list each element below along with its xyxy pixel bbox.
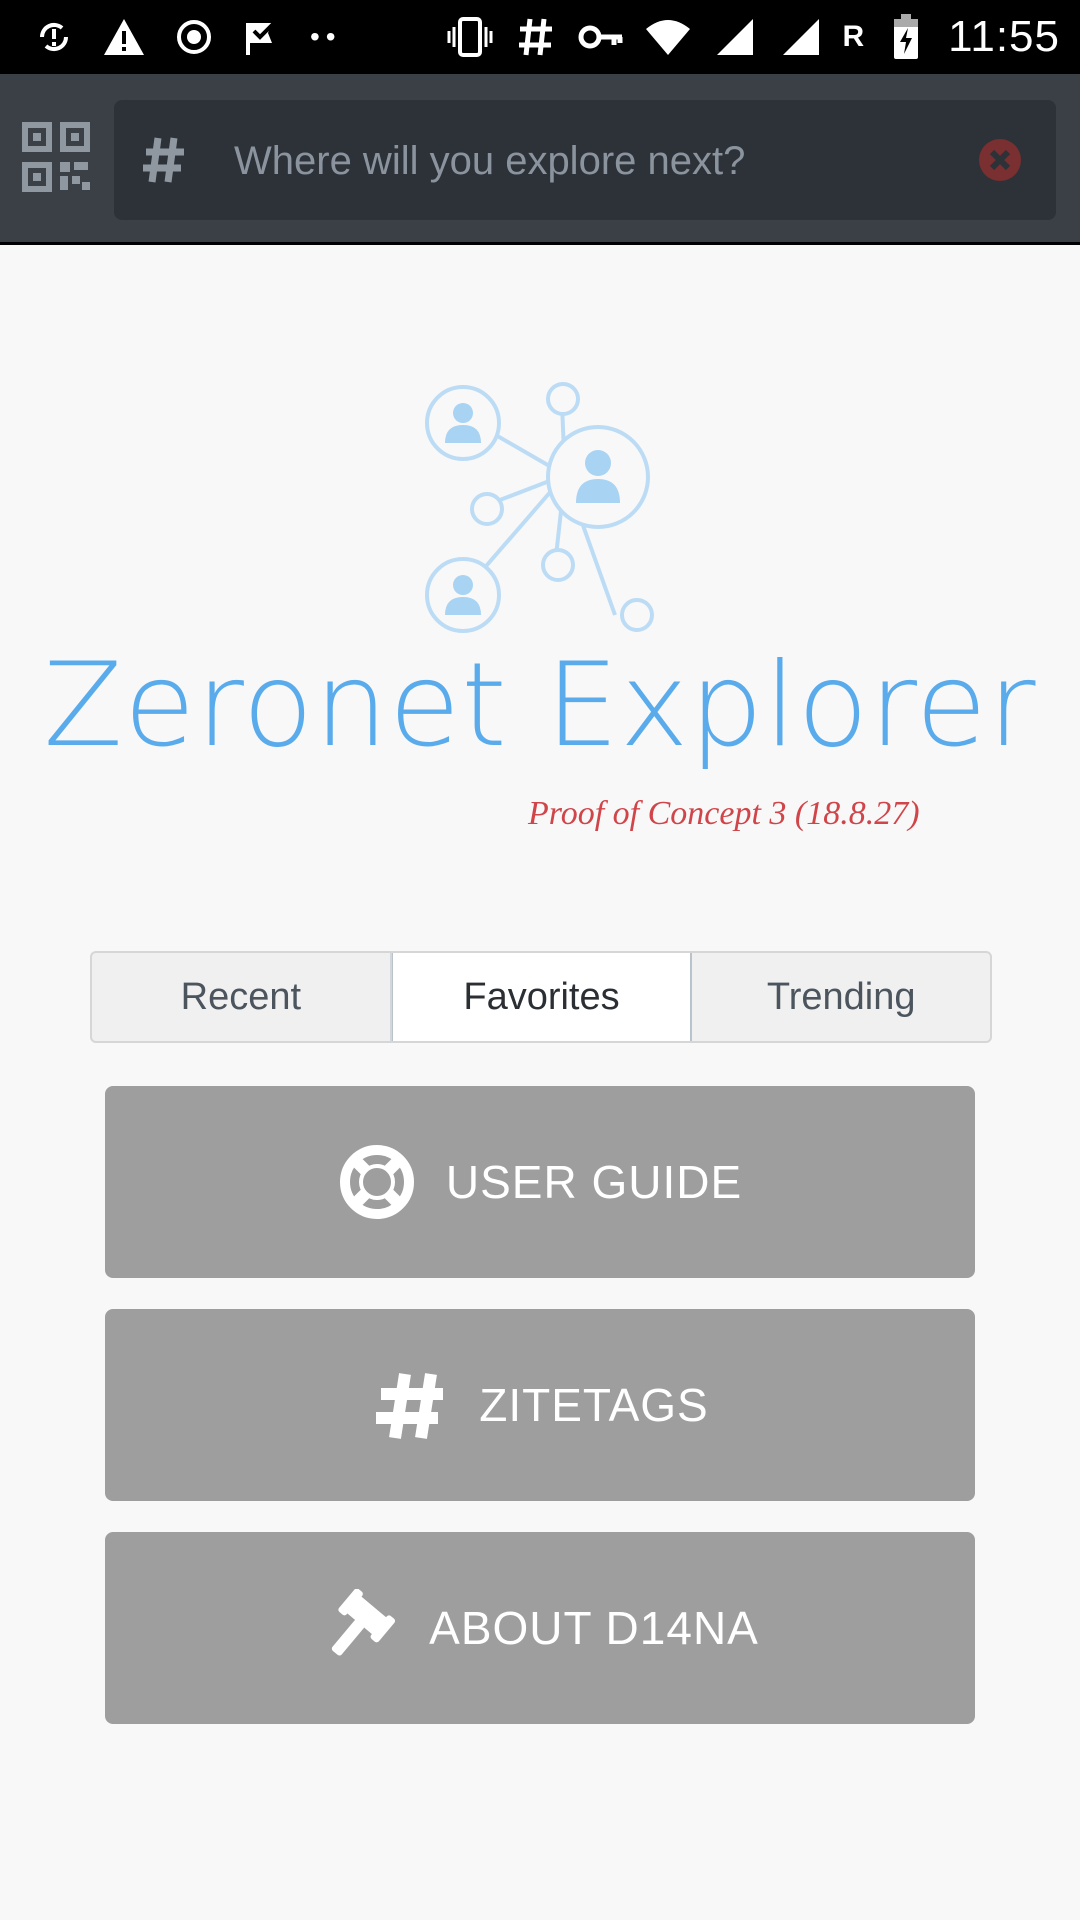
vibrate-icon <box>446 13 494 61</box>
hash-icon <box>371 1366 449 1444</box>
user-guide-label: USER GUIDE <box>445 1156 743 1208</box>
status-bar: •• R 11:55 <box>0 0 1080 74</box>
zitetags-label: ZITETAGS <box>479 1379 709 1431</box>
about-d14na-button[interactable]: ABOUT D14NA <box>105 1532 975 1724</box>
battery-charging-icon <box>882 13 930 61</box>
roaming-label: R <box>842 20 865 53</box>
close-circle-icon[interactable] <box>978 138 1022 182</box>
check-flag-icon <box>240 13 288 61</box>
key-icon <box>578 13 626 61</box>
version-subtitle: Proof of Concept 3 (18.8.27) <box>528 795 920 832</box>
clock: 11:55 <box>948 12 1060 61</box>
tab-trending[interactable]: Trending <box>692 953 990 1041</box>
qr-code-icon[interactable] <box>22 122 90 192</box>
hash-icon <box>512 13 560 61</box>
record-icon <box>170 13 218 61</box>
user-guide-button[interactable]: USER GUIDE <box>105 1086 975 1278</box>
warning-icon <box>100 13 148 61</box>
tab-bar: Recent Favorites Trending <box>90 951 992 1043</box>
hash-icon <box>138 130 188 190</box>
more-notifications-icon: •• <box>310 21 342 52</box>
tab-favorites[interactable]: Favorites <box>391 953 693 1041</box>
address-bar <box>0 74 1080 245</box>
search-box <box>114 100 1056 220</box>
sync-alert-icon <box>30 13 78 61</box>
wifi-icon <box>644 13 692 61</box>
search-input[interactable] <box>232 120 936 202</box>
app-title: Zeronet Explorer <box>43 638 1037 773</box>
about-d14na-label: ABOUT D14NA <box>429 1602 759 1654</box>
gavel-icon <box>321 1589 399 1667</box>
tab-recent[interactable]: Recent <box>92 953 392 1041</box>
signal-icon <box>776 13 824 61</box>
lifebuoy-icon <box>338 1143 416 1221</box>
zitetags-button[interactable]: ZITETAGS <box>105 1309 975 1501</box>
signal-icon <box>710 13 758 61</box>
network-logo-icon <box>415 375 665 640</box>
